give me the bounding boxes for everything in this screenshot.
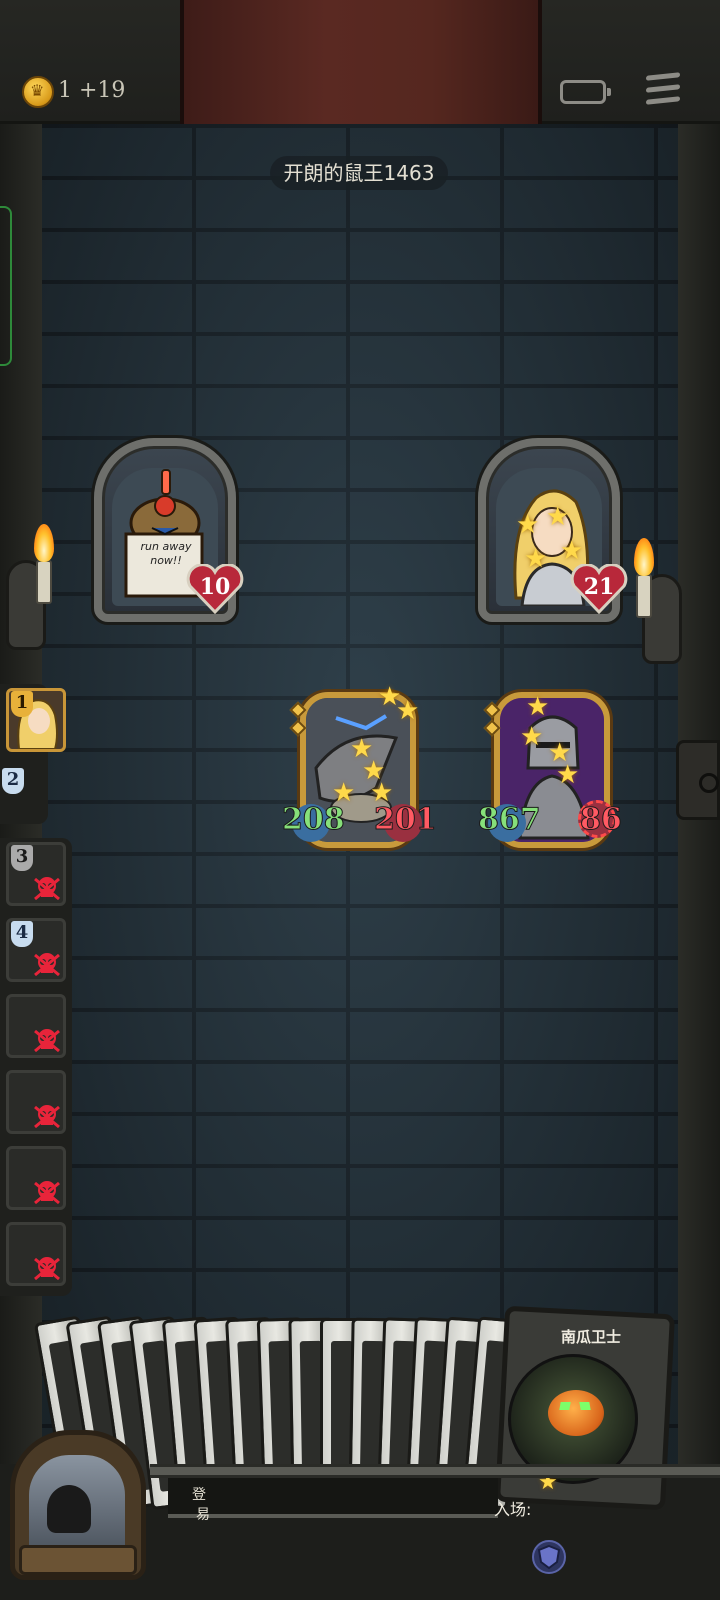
top-bar: 1 +19 [0,0,720,124]
star-icon: ★ [526,692,550,722]
roster-player-eliminated[interactable]: 4 [6,918,66,982]
menu-button[interactable] [646,72,680,108]
side-tab[interactable] [0,206,12,366]
pumpkin-guard-icon [548,1390,604,1436]
roster-rank: 1 [11,691,33,717]
torch-right [628,524,688,684]
enemy-health-value: 10 [199,574,231,600]
hand-rail [150,1464,720,1478]
star-icon: ★ [560,536,584,566]
enemy-hero[interactable]: run away now!! 10 [94,438,244,622]
opponent-name: 开朗的鼠王1463 [270,156,448,190]
crown-coin-icon [22,76,54,108]
skull-icon [34,1029,60,1053]
player-health-value: 21 [583,574,615,600]
avatar-silhouette [47,1485,91,1533]
skull-icon [34,953,60,977]
roster-player-eliminated[interactable] [6,1146,66,1210]
star-icon: ★ [520,722,544,752]
menu-icon [646,72,680,81]
roster-player-eliminated[interactable]: 3 [6,842,66,906]
roster-player-eliminated[interactable] [6,1222,66,1286]
skull-icon [34,877,60,901]
flame-icon [634,538,654,576]
battery-icon [560,80,611,104]
star-icon: ★ [332,778,356,808]
gold-counter: 1 +19 [58,78,126,103]
roster-player-1[interactable]: 1 [6,688,66,752]
enter-label: 入场: [494,1500,532,1519]
hand-tray [168,1478,498,1518]
curtain [180,0,542,124]
torch-left [0,510,60,670]
star-icon: ★ [556,760,580,790]
roster-player-eliminated[interactable] [6,1070,66,1134]
partial-card-text: 登 [192,1487,206,1503]
star-icon: ★ [396,696,420,726]
star-icon: ★ [524,544,548,574]
featured-card-name: 南瓜卫士 [560,1328,621,1346]
roster-rank: 2 [2,768,24,794]
side-door-handle[interactable] [676,740,720,820]
player-health-badge: 21 [570,563,628,615]
star-icon: ★ [370,778,394,808]
star-icon: ★ [516,510,540,540]
star-icon: ★ [546,502,570,532]
skull-icon [34,1105,60,1129]
skull-icon [34,1181,60,1205]
enemy-health-badge: 10 [186,563,244,615]
partial-card-text: 易 [196,1507,210,1523]
flame-icon [34,524,54,562]
roster-player-eliminated[interactable] [6,994,66,1058]
player-avatar[interactable] [10,1430,146,1580]
skull-icon [34,1257,60,1281]
shield-icon[interactable] [532,1538,566,1576]
